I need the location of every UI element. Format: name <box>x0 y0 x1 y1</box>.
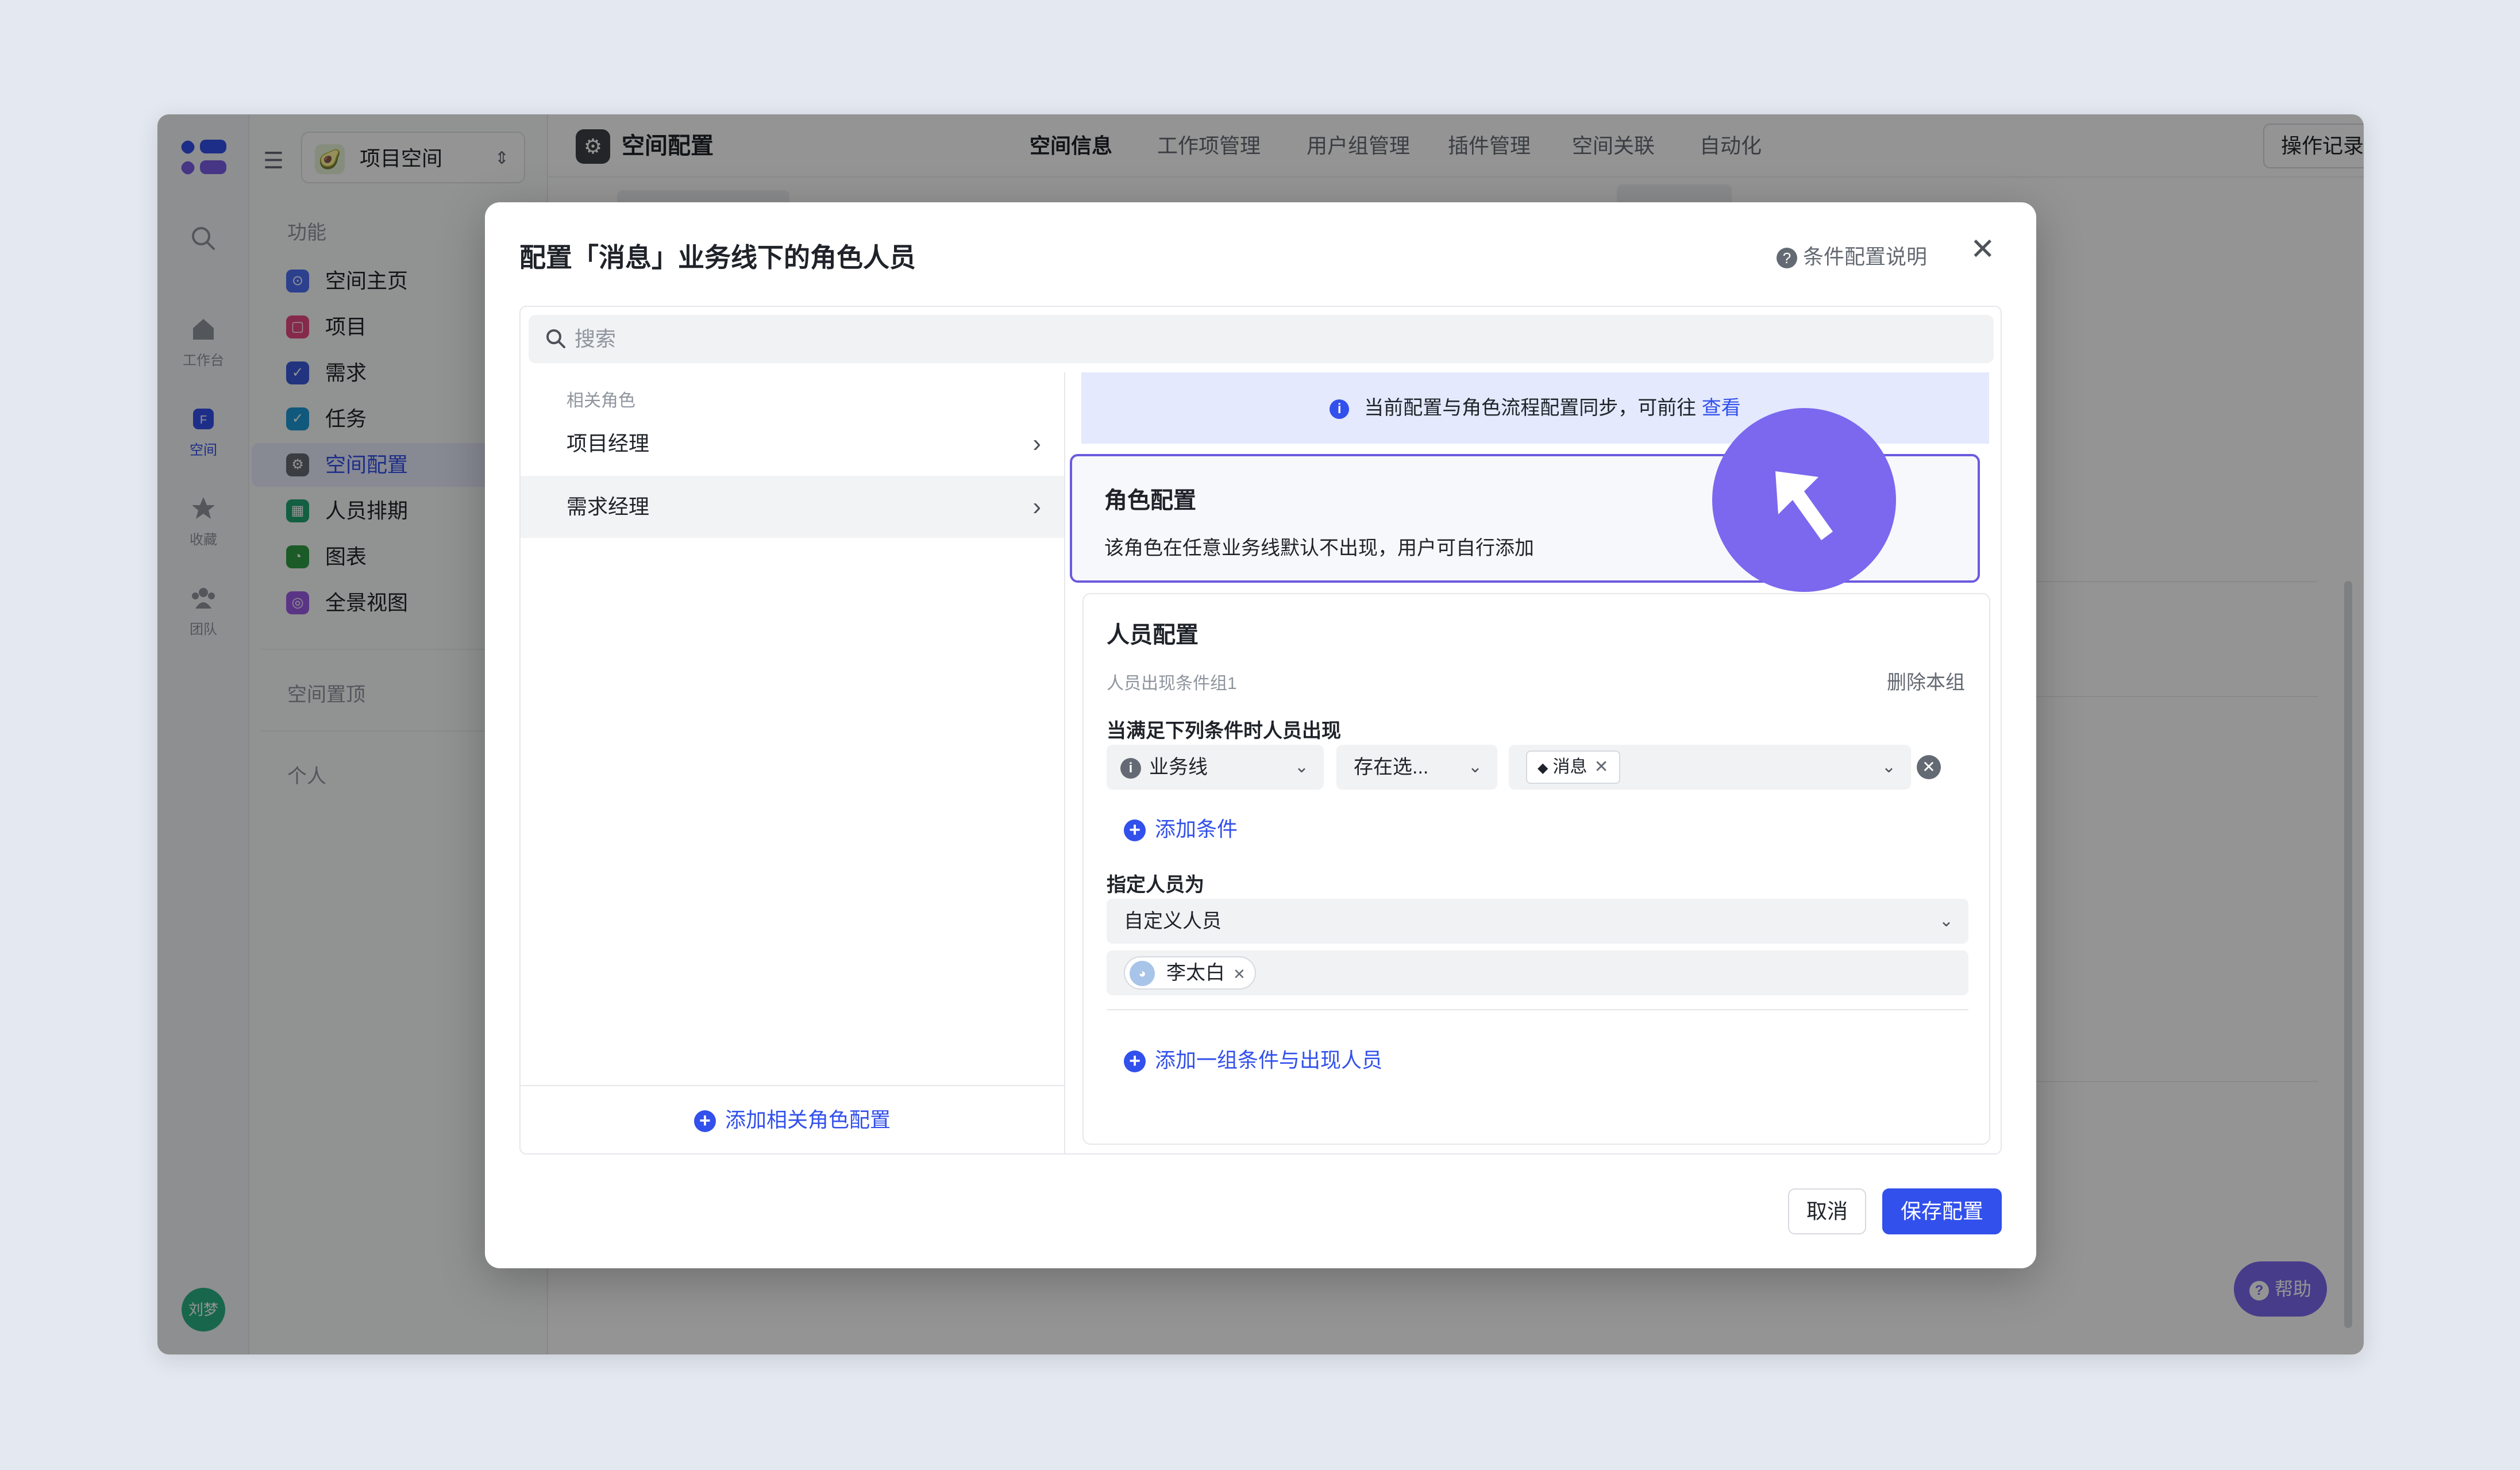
member-name: 李太白 <box>1166 962 1225 984</box>
plus-circle-icon: + <box>1124 819 1146 842</box>
condition-title: 当满足下列条件时人员出现 <box>1107 720 1341 742</box>
save-config-button[interactable]: 保存配置 <box>1882 1188 2002 1234</box>
role-config-modal: 配置「消息」业务线下的角色人员 ? 条件配置说明 ✕ 相关角色 项目经理 › 需求… <box>485 202 2036 1268</box>
role-item-project-manager[interactable]: 项目经理 › <box>521 413 1064 475</box>
add-condition-button[interactable]: + 添加条件 <box>1124 813 1238 842</box>
role-config-desc: 该角色在任意业务线默认不出现，用户可自行添加 <box>1104 537 1534 559</box>
condition-group-label: 人员出现条件组1 <box>1107 674 1237 693</box>
member-chip: ◕ 李太白 ✕ <box>1124 956 1256 990</box>
member-remove-icon[interactable]: ✕ <box>1233 965 1246 983</box>
chevron-down-icon: ⌄ <box>1939 911 1953 930</box>
person-config-card: 人员配置 人员出现条件组1 删除本组 当满足下列条件时人员出现 i 业务线 ⌄ 存… <box>1082 593 1990 1145</box>
role-item-requirement-manager[interactable]: 需求经理 › <box>521 476 1064 538</box>
modal-title: 配置「消息」业务线下的角色人员 <box>519 243 916 272</box>
condition-help-link[interactable]: ? 条件配置说明 <box>1777 240 1927 270</box>
arrow-up-left-icon <box>1775 471 1833 540</box>
info-icon: i <box>1330 399 1350 420</box>
assign-title: 指定人员为 <box>1107 874 1204 896</box>
chevron-down-icon: ⌄ <box>1294 757 1309 776</box>
chevron-right-icon: › <box>1032 429 1041 457</box>
operator-select[interactable]: 存在选... ⌄ <box>1336 745 1497 790</box>
section-divider <box>1107 1009 1968 1010</box>
assign-type-value: 自定义人员 <box>1124 910 1222 932</box>
layers-icon: ◆ <box>1538 760 1548 776</box>
banner-text: 当前配置与角色流程配置同步，可前往 <box>1364 397 1697 419</box>
plus-circle-icon: + <box>1124 1050 1146 1073</box>
avatar: ◕ <box>1130 961 1155 986</box>
role-item-label: 需求经理 <box>567 495 650 518</box>
member-picker[interactable]: ◕ 李太白 ✕ <box>1107 951 1968 995</box>
delete-group-button[interactable]: 删除本组 <box>1887 667 1965 695</box>
tag-remove-icon[interactable]: ✕ <box>1594 757 1608 776</box>
info-icon: i <box>1120 758 1141 779</box>
chevron-down-icon: ⌄ <box>1881 757 1896 776</box>
value-select[interactable]: ◆ 消息 ✕ ⌄ <box>1509 745 1911 790</box>
role-config-title: 角色配置 <box>1104 488 1196 513</box>
role-item-label: 项目经理 <box>567 432 650 455</box>
pointer-cursor <box>1712 408 1896 592</box>
assign-type-select[interactable]: 自定义人员 ⌄ <box>1107 899 1968 944</box>
search-input[interactable] <box>575 315 1953 363</box>
chevron-right-icon: › <box>1032 492 1041 521</box>
person-config-title: 人员配置 <box>1107 622 1199 648</box>
condition-help-label: 条件配置说明 <box>1803 245 1928 268</box>
field-select-value: 业务线 <box>1149 756 1208 778</box>
related-roles-label: 相关角色 <box>567 391 635 410</box>
add-condition-group-button[interactable]: + 添加一组条件与出现人员 <box>1124 1044 1382 1073</box>
add-condition-label: 添加条件 <box>1155 817 1238 841</box>
field-select[interactable]: i 业务线 ⌄ <box>1107 745 1324 790</box>
cancel-button[interactable]: 取消 <box>1788 1188 1866 1234</box>
add-related-role-button[interactable]: + 添加相关角色配置 <box>521 1085 1064 1155</box>
value-tag: ◆ 消息 ✕ <box>1526 751 1620 784</box>
add-related-role-label: 添加相关角色配置 <box>725 1108 891 1132</box>
value-tag-label: 消息 <box>1552 757 1587 776</box>
plus-circle-icon: + <box>693 1110 716 1133</box>
add-condition-group-label: 添加一组条件与出现人员 <box>1155 1048 1383 1072</box>
operator-select-value: 存在选... <box>1354 756 1429 778</box>
clear-condition-icon[interactable]: ✕ <box>1917 755 1941 779</box>
search-icon <box>546 329 565 348</box>
close-icon[interactable]: ✕ <box>1970 232 1995 267</box>
role-list-column: 相关角色 项目经理 › 需求经理 › + 添加相关角色配置 <box>521 372 1065 1155</box>
question-icon: ? <box>1777 248 1797 269</box>
search-bar <box>529 315 1994 363</box>
chevron-down-icon: ⌄ <box>1467 757 1482 776</box>
